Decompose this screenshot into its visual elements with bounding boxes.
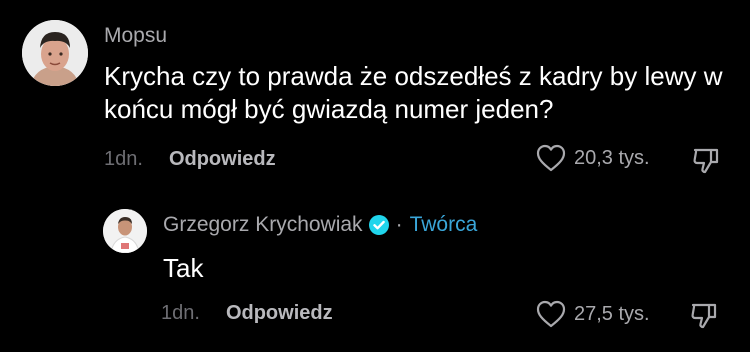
comment-mopsu: Mopsu Krycha czy to prawda że odszedłeś …: [0, 0, 750, 200]
comment-time: 1dn.: [104, 148, 143, 170]
comment-meta: 1dn. Odpowiedz: [161, 302, 333, 325]
reply-button[interactable]: Odpowiedz: [226, 302, 333, 325]
comment-meta: 1dn. Odpowiedz: [104, 148, 276, 171]
comment-time: 1dn.: [161, 302, 200, 324]
badge-separator: ·: [395, 213, 403, 236]
verified-icon: [368, 215, 389, 235]
reply-button[interactable]: Odpowiedz: [169, 148, 276, 171]
comment-username-row: Grzegorz Krychowiak · Twórca: [163, 213, 477, 237]
comment-text: Tak: [163, 253, 204, 283]
dislike-icon[interactable]: [691, 145, 721, 175]
avatar[interactable]: [22, 20, 88, 86]
avatar[interactable]: [103, 209, 147, 253]
dislike-icon[interactable]: [689, 300, 719, 330]
comment-krychowiak: Grzegorz Krychowiak · Twórca Tak 1dn. Od…: [0, 200, 750, 352]
comment-username[interactable]: Mopsu: [104, 24, 167, 48]
heart-icon[interactable]: [536, 300, 566, 328]
like-count: 27,5 tys.: [574, 302, 650, 325]
comment-username[interactable]: Grzegorz Krychowiak: [163, 213, 363, 237]
comment-text: Krycha czy to prawda że odszedłeś z kadr…: [104, 61, 723, 124]
like-button[interactable]: 27,5 tys.: [536, 300, 650, 328]
like-count: 20,3 tys.: [574, 146, 650, 169]
dislike-button[interactable]: [689, 300, 719, 330]
creator-badge: Twórca: [409, 213, 478, 236]
heart-icon[interactable]: [536, 144, 566, 172]
like-button[interactable]: 20,3 tys.: [536, 144, 650, 172]
dislike-button[interactable]: [691, 145, 721, 175]
